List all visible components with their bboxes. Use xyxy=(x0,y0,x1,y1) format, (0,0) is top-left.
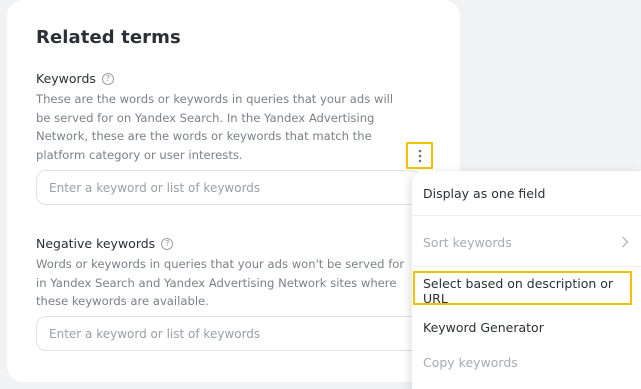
menu-item-keyword-generator[interactable]: Keyword Generator xyxy=(412,310,641,344)
menu-item-display-as-one-field[interactable]: Display as one field xyxy=(412,176,641,210)
keywords-description: These are the words or keywords in queri… xyxy=(36,92,394,162)
negative-keywords-label: Negative keywords xyxy=(36,236,156,251)
keywords-label-row: Keywords ? xyxy=(36,71,114,86)
negative-keywords-input[interactable] xyxy=(36,316,421,351)
keywords-input[interactable] xyxy=(36,170,421,205)
kebab-icon xyxy=(418,149,421,162)
menu-item-copy-keywords[interactable]: Copy keywords xyxy=(412,345,641,379)
section-title: Related terms xyxy=(36,27,181,48)
actions-menu: Display as one field Sort keywords Selec… xyxy=(412,171,641,389)
menu-divider xyxy=(412,266,641,267)
help-icon[interactable]: ? xyxy=(101,72,114,85)
menu-item-select-based-on-description[interactable]: Select based on description or URL xyxy=(412,274,641,308)
menu-divider xyxy=(412,215,641,216)
menu-item-sort-keywords[interactable]: Sort keywords xyxy=(412,225,641,259)
chevron-right-icon xyxy=(622,236,629,248)
more-actions-button[interactable] xyxy=(406,142,433,169)
negative-keywords-description: Words or keywords in queries that your a… xyxy=(36,257,405,308)
help-icon[interactable]: ? xyxy=(161,237,174,250)
keywords-label: Keywords xyxy=(36,71,96,86)
related-terms-card: Related terms Keywords ? These are the w… xyxy=(7,0,460,382)
negative-keywords-label-row: Negative keywords ? xyxy=(36,236,174,251)
